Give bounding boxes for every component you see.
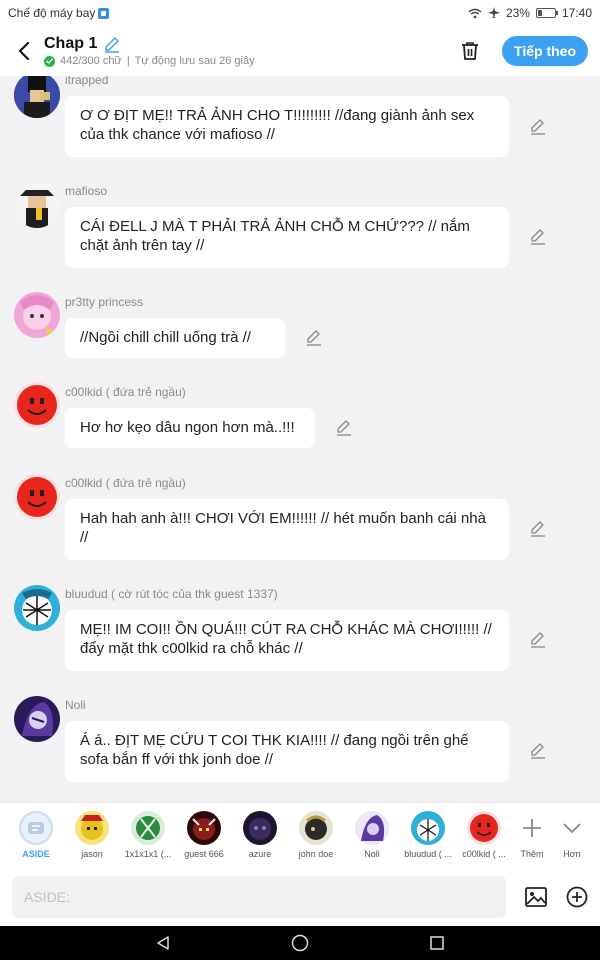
edit-message-icon[interactable] xyxy=(305,329,323,347)
system-nav-bar xyxy=(0,926,600,960)
avatar xyxy=(187,811,221,845)
edit-title-icon[interactable] xyxy=(103,35,121,53)
avatar xyxy=(131,811,165,845)
wifi-icon xyxy=(468,8,482,18)
character-name: bluudud ( ... xyxy=(404,849,452,859)
message-author: mafioso xyxy=(65,184,108,198)
message-bubble[interactable]: Á á.. ĐỊT MẸ CỨU T COI THK KIA!!!! // đa… xyxy=(65,721,509,782)
avatar xyxy=(14,182,60,228)
recents-square-icon[interactable] xyxy=(429,935,445,951)
avatar xyxy=(14,474,60,520)
battery-icon xyxy=(535,8,558,18)
character-name: azure xyxy=(248,849,272,859)
separator: | xyxy=(126,55,130,67)
more-label: Hơn xyxy=(563,849,581,859)
back-arrow-icon xyxy=(18,42,30,60)
message-bubble[interactable]: CÁI ĐELL J MÀ T PHẢI TRẢ ẢNH CHỖ M CHỨ??… xyxy=(65,207,509,268)
status-bar: Chế độ máy bay 23% 17:40 xyxy=(0,0,600,26)
next-button[interactable]: Tiếp theo xyxy=(502,36,588,66)
character-john-doe[interactable]: john doe xyxy=(288,811,344,859)
message-input[interactable] xyxy=(12,876,506,918)
character-noli[interactable]: Noli xyxy=(344,811,400,859)
chevron-down-icon xyxy=(555,811,589,845)
avatar xyxy=(355,811,389,845)
character-azure[interactable]: azure xyxy=(232,811,288,859)
character-name: guest 666 xyxy=(184,849,224,859)
message-author: Noli xyxy=(65,698,86,712)
edit-message-icon[interactable] xyxy=(529,520,547,538)
avatar xyxy=(243,811,277,845)
message-list[interactable]: itrapped Ơ Ơ ĐỊT MẸ!! TRẢ ẢNH CHO T!!!!!… xyxy=(0,76,600,802)
airplane-mode-label: Chế độ máy bay xyxy=(8,6,96,20)
back-button[interactable] xyxy=(12,36,36,66)
message-bubble[interactable]: //Ngồi chill chill uống trà // xyxy=(65,318,285,358)
message-bubble[interactable]: Ơ Ơ ĐỊT MẸ!! TRẢ ẢNH CHO T!!!!!!!!! //đa… xyxy=(65,96,509,157)
character-guest-666[interactable]: guest 666 xyxy=(176,811,232,859)
autosave-status: Tự động lưu sau 26 giây xyxy=(134,55,255,67)
avatar xyxy=(14,382,60,428)
character-name: 1x1x1x1 (... xyxy=(124,849,172,859)
add-circle-icon[interactable] xyxy=(566,886,588,908)
avatar xyxy=(411,811,445,845)
word-count: 442/300 chữ xyxy=(60,55,122,67)
edit-message-icon[interactable] xyxy=(335,419,353,437)
battery-percent: 23% xyxy=(505,6,530,20)
avatar xyxy=(14,76,60,118)
character-name: jason xyxy=(81,849,103,859)
message-author: bluudud ( cờ rút tóc của thk guest 1337) xyxy=(65,587,278,601)
avatar xyxy=(14,696,60,742)
chapter-title: Chap 1 xyxy=(44,35,98,52)
message-author: c00lkid ( đứa trẻ ngầu) xyxy=(65,385,186,399)
message-bubble[interactable]: MẸ!! IM COI!! ỒN QUÁ!!! CÚT RA CHỖ KHÁC … xyxy=(65,610,509,671)
character-1x1x1x1[interactable]: 1x1x1x1 (... xyxy=(120,811,176,859)
back-triangle-icon[interactable] xyxy=(155,935,171,951)
avatar xyxy=(14,292,60,338)
airplane-icon xyxy=(487,7,500,18)
message-bubble[interactable]: Hah hah anh à!!! CHƠI VỚI EM!!!!!! // hé… xyxy=(65,499,509,560)
edit-message-icon[interactable] xyxy=(529,118,547,136)
character-name: ASIDE xyxy=(22,849,50,859)
avatar xyxy=(299,811,333,845)
character-aside[interactable]: ASIDE xyxy=(8,811,64,859)
message-bubble[interactable]: Hơ hơ kẹo dâu ngon hơn mà..!!! xyxy=(65,408,315,448)
image-icon[interactable] xyxy=(524,886,548,908)
character-name: Noli xyxy=(364,849,380,859)
avatar xyxy=(75,811,109,845)
character-bluudud[interactable]: bluudud ( ... xyxy=(400,811,456,859)
message-author: itrapped xyxy=(65,76,109,87)
aside-icon xyxy=(19,811,53,845)
message-author: pr3tty princess xyxy=(65,295,144,309)
composer xyxy=(0,868,600,926)
character-jason[interactable]: jason xyxy=(64,811,120,859)
edit-message-icon[interactable] xyxy=(529,742,547,760)
more-characters-button[interactable]: Hơn xyxy=(544,811,600,859)
avatar xyxy=(14,585,60,631)
trash-icon[interactable] xyxy=(460,41,480,61)
message-author: c00lkid ( đứa trẻ ngầu) xyxy=(65,476,186,490)
character-name: john doe xyxy=(298,849,334,859)
home-circle-icon[interactable] xyxy=(291,934,309,952)
character-picker: ASIDE jason 1x1x1x1 (... guest 666 azure… xyxy=(0,802,600,868)
saved-check-icon xyxy=(44,55,55,67)
editor-header: Chap 1 442/300 chữ | Tự động lưu sau 26 … xyxy=(0,26,600,76)
avatar xyxy=(467,811,501,845)
edit-message-icon[interactable] xyxy=(529,228,547,246)
airplane-mode-icon xyxy=(98,7,110,19)
clock: 17:40 xyxy=(561,6,592,20)
edit-message-icon[interactable] xyxy=(529,631,547,649)
